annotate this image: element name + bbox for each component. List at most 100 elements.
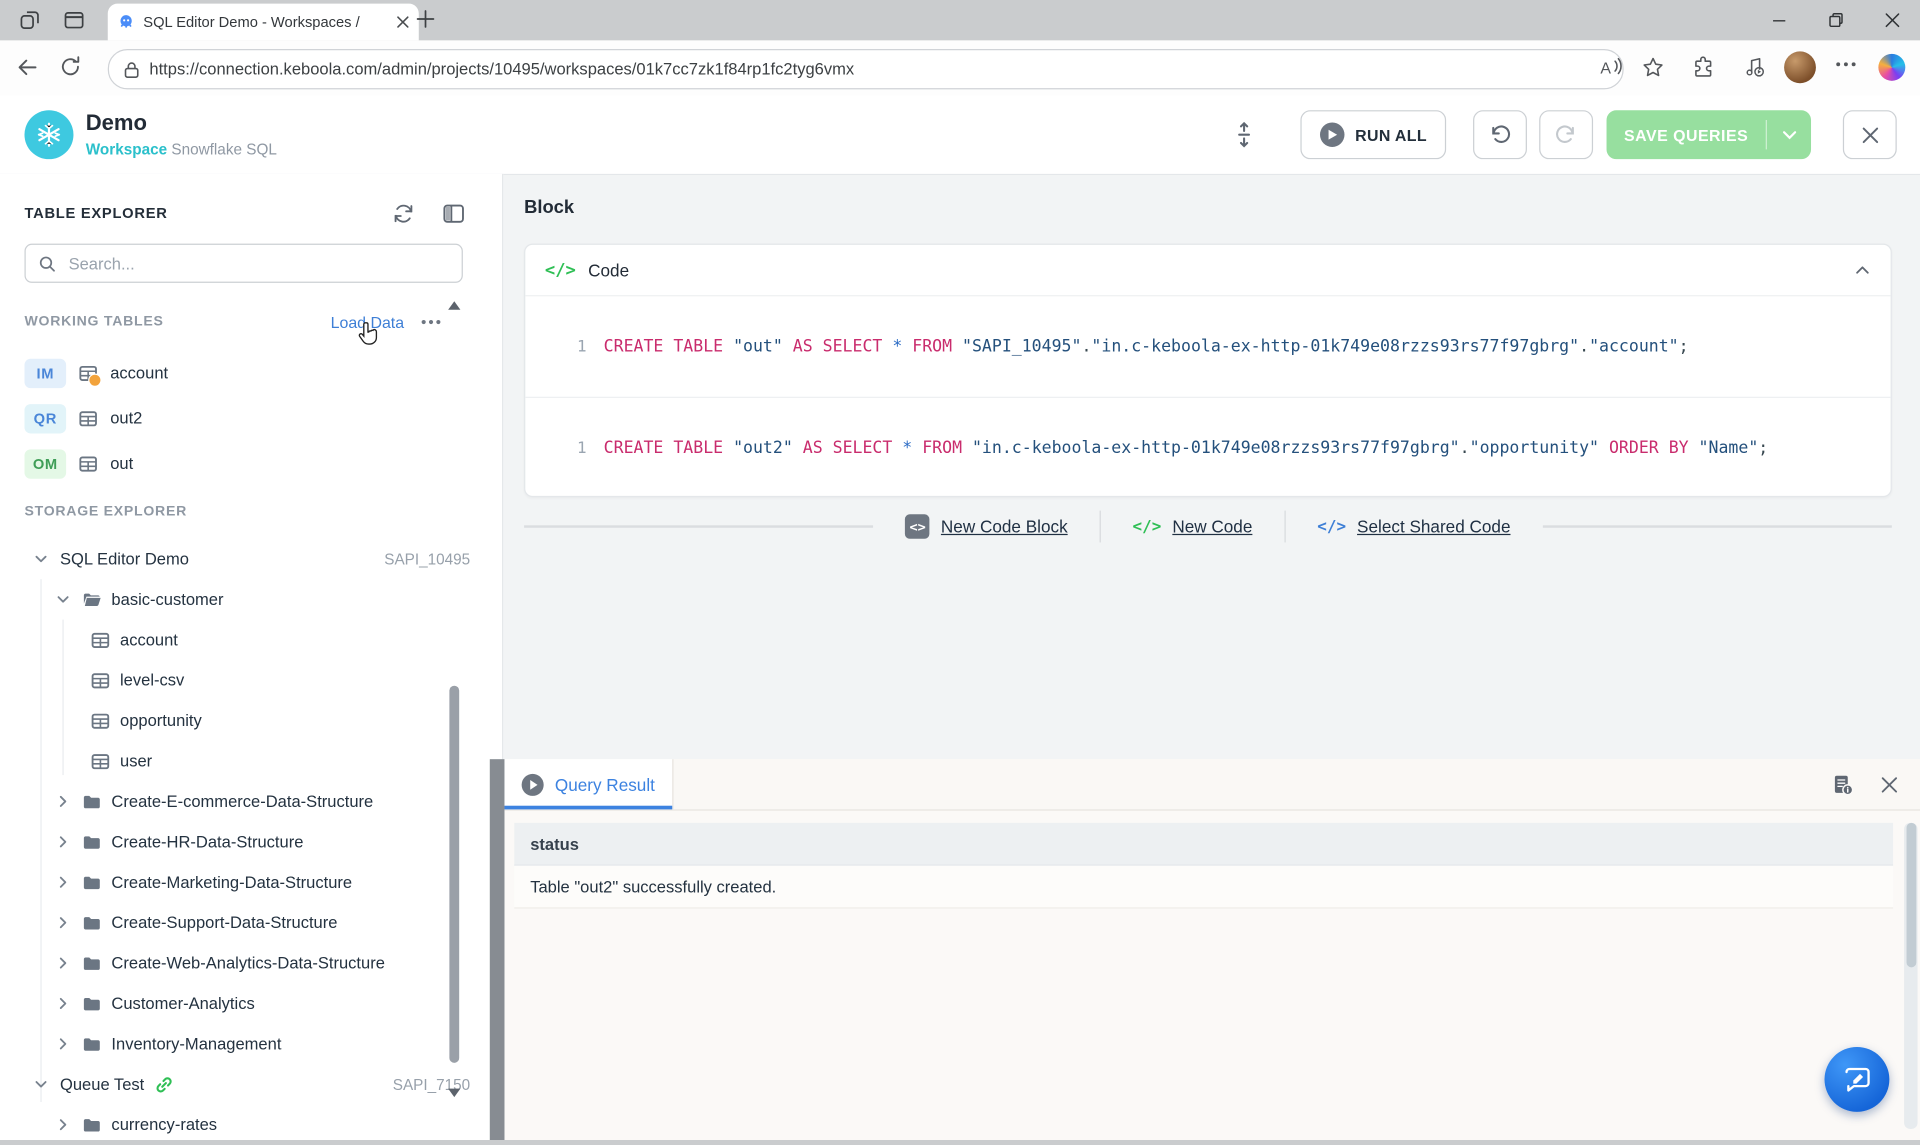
table-icon	[91, 630, 111, 650]
save-options-caret-icon[interactable]	[1767, 130, 1811, 139]
tree-row-create-support-data-structure[interactable]: Create-Support-Data-Structure	[0, 902, 490, 942]
tab-actions-icon[interactable]	[20, 10, 41, 31]
chevron-right-icon[interactable]	[54, 954, 72, 972]
working-tables-menu-icon[interactable]	[421, 320, 441, 325]
tree-row-account[interactable]: account	[0, 620, 490, 660]
toggle-sidebar-icon[interactable]	[442, 201, 465, 224]
storage-explorer-title: STORAGE EXPLORER	[24, 504, 187, 519]
sql-editor-1[interactable]: 1CREATE TABLE "out" AS SELECT * FROM "SA…	[525, 296, 1890, 396]
back-icon[interactable]	[15, 55, 39, 79]
undo-button[interactable]	[1473, 110, 1527, 159]
tree-row-create-web-analytics-data-structure[interactable]: Create-Web-Analytics-Data-Structure	[0, 943, 490, 983]
scroll-up-icon[interactable]	[448, 301, 460, 310]
result-scrollbar[interactable]	[1904, 823, 1917, 1129]
close-workspace-button[interactable]	[1843, 110, 1897, 159]
tree-row-create-hr-data-structure[interactable]: Create-HR-Data-Structure	[0, 822, 490, 862]
table-search[interactable]	[24, 244, 462, 283]
tree-row-currency-rates[interactable]: currency-rates	[0, 1104, 490, 1144]
tree-row-inventory-management[interactable]: Inventory-Management	[0, 1024, 490, 1064]
panel-resize-handle[interactable]	[490, 759, 505, 1140]
select-shared-code-button[interactable]: </> Select Shared Code	[1285, 517, 1542, 537]
chevron-right-icon[interactable]	[54, 1116, 72, 1134]
result-table: status Table "out2" successfully created.	[514, 823, 1893, 909]
table-icon	[78, 363, 98, 383]
working-table-out2[interactable]: QRout2	[24, 396, 445, 441]
folder-icon	[82, 832, 102, 852]
media-controls-icon[interactable]	[1744, 56, 1767, 78]
profile-avatar[interactable]	[1784, 51, 1816, 83]
chevron-right-icon[interactable]	[54, 833, 72, 851]
tree-row-level-csv[interactable]: level-csv	[0, 660, 490, 700]
favorites-star-icon[interactable]	[1642, 56, 1664, 78]
tree-row-queue-test[interactable]: Queue TestSAPI_7150	[0, 1064, 490, 1104]
sql-code-line: CREATE TABLE "out2" AS SELECT * FROM "in…	[604, 438, 1769, 458]
copilot-icon[interactable]	[1878, 54, 1905, 81]
collapse-editors-icon[interactable]	[1228, 119, 1260, 151]
new-code-block-button[interactable]: <> New Code Block	[874, 514, 1100, 538]
tree-row-create-marketing-data-structure[interactable]: Create-Marketing-Data-Structure	[0, 862, 490, 902]
query-result-tab-label: Query Result	[555, 774, 655, 794]
scroll-down-icon[interactable]	[448, 1089, 460, 1098]
chevron-right-icon[interactable]	[54, 1035, 72, 1053]
redo-button[interactable]	[1539, 110, 1593, 159]
tree-label: currency-rates	[111, 1116, 217, 1134]
sql-editor-2[interactable]: 1CREATE TABLE "out2" AS SELECT * FROM "i…	[525, 397, 1890, 499]
refresh-tables-icon[interactable]	[392, 201, 415, 224]
tab-title: SQL Editor Demo - Workspaces /	[143, 13, 388, 30]
save-queries-label: SAVE QUERIES	[1607, 126, 1766, 144]
code-block-icon: <>	[905, 514, 929, 538]
window-minimize-icon[interactable]	[1751, 0, 1807, 40]
block-title: Block	[524, 197, 574, 218]
collapse-code-icon[interactable]	[1854, 261, 1871, 278]
working-table-out[interactable]: OMout	[24, 441, 445, 486]
support-chat-button[interactable]	[1824, 1047, 1889, 1112]
chevron-right-icon[interactable]	[54, 913, 72, 931]
result-row: Table "out2" successfully created.	[514, 866, 1893, 909]
result-column-header: status	[514, 834, 595, 852]
folder-icon	[82, 1034, 102, 1054]
working-table-account[interactable]: IMaccount	[24, 350, 445, 395]
tree-label: Create-Support-Data-Structure	[111, 913, 337, 931]
chevron-right-icon[interactable]	[54, 792, 72, 810]
chevron-down-icon[interactable]	[32, 550, 50, 568]
window-restore-icon[interactable]	[1807, 0, 1863, 40]
window-close-icon[interactable]	[1864, 0, 1920, 40]
workspace-title: Demo	[86, 110, 147, 136]
shared-code-icon: </>	[1317, 517, 1346, 535]
browser-tab[interactable]: SQL Editor Demo - Workspaces /	[108, 4, 419, 41]
tree-row-basic-customer[interactable]: basic-customer	[0, 579, 490, 619]
tab-close-icon[interactable]	[397, 16, 409, 28]
scrollbar-thumb[interactable]	[449, 686, 459, 1063]
save-queries-button[interactable]: SAVE QUERIES	[1607, 110, 1811, 159]
new-code-button[interactable]: </> New Code	[1101, 517, 1285, 537]
tree-row-sql-editor-demo[interactable]: SQL Editor DemoSAPI_10495	[0, 539, 490, 579]
search-input[interactable]	[66, 253, 449, 274]
tree-row-opportunity[interactable]: opportunity	[0, 700, 490, 740]
close-result-icon[interactable]	[1881, 776, 1898, 793]
vertical-tabs-icon[interactable]	[64, 10, 85, 31]
browser-menu-icon[interactable]	[1836, 61, 1857, 67]
chevron-right-icon[interactable]	[54, 994, 72, 1012]
table-icon	[91, 751, 111, 771]
notification-dot	[88, 373, 101, 386]
extensions-icon[interactable]	[1692, 56, 1714, 78]
new-tab-icon[interactable]	[416, 10, 434, 28]
sidebar-scrollbar[interactable]	[446, 299, 463, 1115]
result-info-icon[interactable]	[1832, 773, 1854, 795]
scrollbar-thumb[interactable]	[1906, 823, 1916, 967]
address-bar[interactable]: https://connection.keboola.com/admin/pro…	[108, 49, 1624, 89]
chevron-down-icon[interactable]	[54, 590, 72, 608]
tree-row-create-e-commerce-data-structure[interactable]: Create-E-commerce-Data-Structure	[0, 781, 490, 821]
code-block-header[interactable]: </> Code	[525, 245, 1890, 296]
tree-row-customer-analytics[interactable]: Customer-Analytics	[0, 983, 490, 1023]
reload-icon[interactable]	[59, 55, 82, 78]
read-aloud-icon[interactable]: A	[1599, 56, 1623, 78]
tree-row-user[interactable]: user	[0, 741, 490, 781]
run-all-button[interactable]: RUN ALL	[1300, 110, 1446, 159]
chevron-right-icon[interactable]	[54, 873, 72, 891]
chevron-down-icon[interactable]	[32, 1075, 50, 1093]
table-icon	[78, 408, 98, 428]
folder-icon	[82, 792, 102, 812]
tree-label: Queue Test	[60, 1075, 144, 1093]
query-result-tab[interactable]: Query Result	[504, 759, 673, 809]
